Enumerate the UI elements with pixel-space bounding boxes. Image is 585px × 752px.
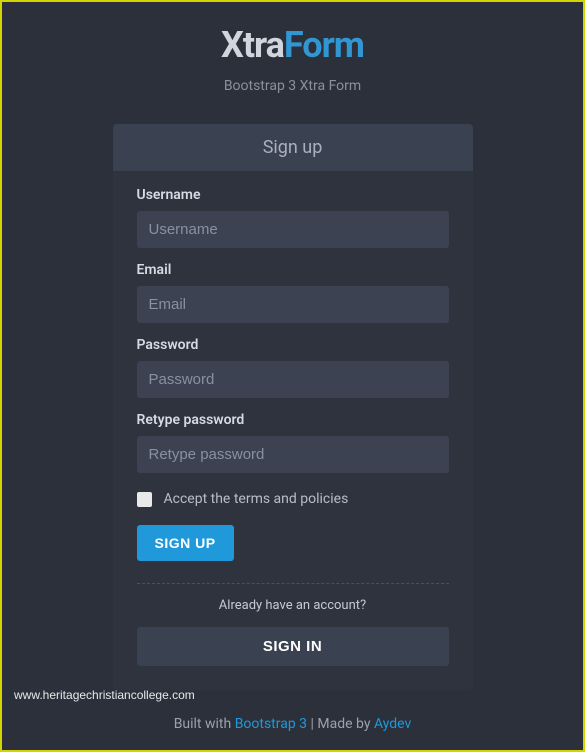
email-input[interactable] <box>137 286 449 323</box>
password-label: Password <box>137 337 449 353</box>
username-input[interactable] <box>137 211 449 248</box>
terms-label: Accept the terms and policies <box>164 491 349 507</box>
retype-password-input[interactable] <box>137 436 449 473</box>
username-group: Username <box>137 187 449 248</box>
terms-checkbox[interactable] <box>137 492 152 507</box>
logo-part2: Form <box>284 24 364 66</box>
already-have-account: Already have an account? <box>137 598 449 613</box>
retype-password-group: Retype password <box>137 412 449 473</box>
panel-title: Sign up <box>113 124 473 171</box>
email-group: Email <box>137 262 449 323</box>
panel-body: Username Email Password Retype password … <box>113 171 473 690</box>
aydev-link[interactable]: Aydev <box>374 716 411 732</box>
password-group: Password <box>137 337 449 398</box>
signup-button[interactable]: SIGN UP <box>137 525 234 561</box>
logo: XtraForm <box>221 24 364 66</box>
signin-button[interactable]: SIGN IN <box>137 627 449 666</box>
terms-row: Accept the terms and policies <box>137 491 449 507</box>
footer-separator: | Made by <box>307 716 374 732</box>
footer: Built with Bootstrap 3 | Made by Aydev <box>2 716 583 732</box>
subtitle: Bootstrap 3 Xtra Form <box>224 78 361 94</box>
password-input[interactable] <box>137 361 449 398</box>
username-label: Username <box>137 187 449 203</box>
signup-panel: Sign up Username Email Password Retype p… <box>113 124 473 690</box>
logo-part1: Xtra <box>221 24 284 66</box>
email-label: Email <box>137 262 449 278</box>
footer-built-with: Built with <box>174 716 235 732</box>
bootstrap-link[interactable]: Bootstrap 3 <box>235 716 307 732</box>
divider <box>137 583 449 584</box>
watermark: www.heritagechristiancollege.com <box>14 688 195 702</box>
retype-password-label: Retype password <box>137 412 449 428</box>
